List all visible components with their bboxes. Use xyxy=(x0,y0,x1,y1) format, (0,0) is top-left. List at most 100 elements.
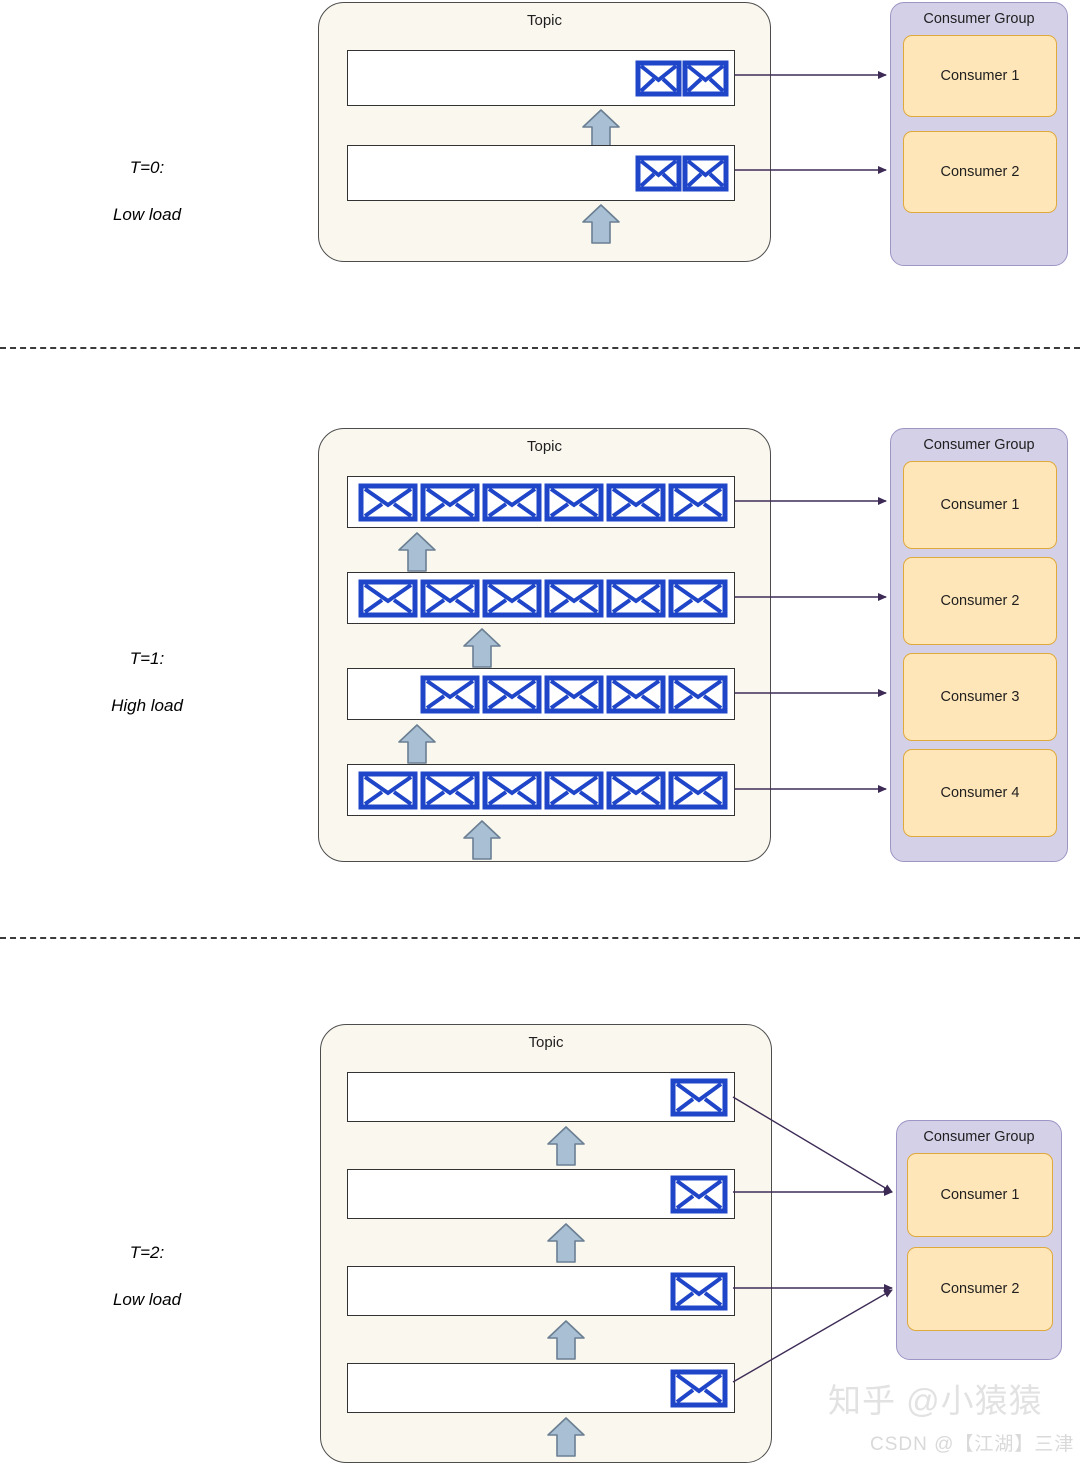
partition-row[interactable] xyxy=(347,50,735,106)
time-label-t2-line1: T=2: xyxy=(129,1243,165,1263)
partition-row[interactable] xyxy=(347,1266,735,1316)
consumer-group-title-t2: Consumer Group xyxy=(923,1129,1035,1145)
consumer-label: Consumer 3 xyxy=(940,689,1020,705)
consumer-box[interactable]: Consumer 4 xyxy=(903,749,1057,837)
topic-title-t0: Topic xyxy=(526,12,563,29)
partition-messages xyxy=(635,153,729,194)
topic-title-t1: Topic xyxy=(526,438,563,455)
envelope-icon xyxy=(635,155,682,191)
envelope-icon xyxy=(670,1175,728,1213)
envelope-icon xyxy=(358,483,418,521)
envelope-icon xyxy=(482,771,542,809)
consumer-label: Consumer 2 xyxy=(940,164,1020,180)
envelope-icon xyxy=(544,771,604,809)
partition-messages xyxy=(669,1076,729,1119)
consumer-label: Consumer 2 xyxy=(940,1281,1020,1297)
consumer-label: Consumer 2 xyxy=(940,593,1020,609)
envelope-icon xyxy=(544,675,604,713)
partition-row[interactable] xyxy=(347,668,735,720)
time-label-t2: T=2: Low load xyxy=(47,1218,247,1335)
envelope-icon xyxy=(668,675,728,713)
partition-row[interactable] xyxy=(347,1363,735,1413)
producer-up-arrow-icon xyxy=(547,1417,585,1457)
envelope-icon xyxy=(670,1078,728,1116)
partition-messages xyxy=(669,1173,729,1216)
diagram-canvas: T=0: Low load Topic Consumer Group Consu… xyxy=(0,0,1080,1463)
time-label-t1-line1: T=1: xyxy=(129,649,165,669)
envelope-icon xyxy=(635,60,682,96)
producer-up-arrow-icon xyxy=(547,1320,585,1360)
producer-up-arrow-icon xyxy=(547,1223,585,1263)
envelope-icon xyxy=(544,483,604,521)
producer-up-arrow-icon xyxy=(463,628,501,668)
partition-row[interactable] xyxy=(347,1072,735,1122)
producer-up-arrow-icon xyxy=(547,1126,585,1166)
time-label-t0-line1: T=0: xyxy=(129,158,165,178)
section-separator xyxy=(0,347,1080,349)
consumer-group-title-t0: Consumer Group xyxy=(923,11,1035,27)
envelope-icon xyxy=(668,579,728,617)
partition-row[interactable] xyxy=(347,572,735,624)
envelope-icon xyxy=(606,579,666,617)
consumer-box[interactable]: Consumer 2 xyxy=(903,131,1057,213)
consumer-label: Consumer 1 xyxy=(940,68,1020,84)
envelope-icon xyxy=(544,579,604,617)
envelope-icon xyxy=(420,771,480,809)
partition-messages xyxy=(669,1270,729,1313)
topic-box-t0: Topic xyxy=(318,2,771,262)
producer-up-arrow-icon xyxy=(582,204,620,244)
envelope-icon xyxy=(682,155,729,191)
time-label-t2-line2: Low load xyxy=(112,1290,182,1310)
consumer-label: Consumer 4 xyxy=(940,785,1020,801)
envelope-icon xyxy=(358,579,418,617)
consumer-group-t0: Consumer Group Consumer 1 Consumer 2 xyxy=(890,2,1068,266)
time-label-t1-line2: High load xyxy=(111,696,183,716)
partition-row[interactable] xyxy=(347,764,735,816)
producer-up-arrow-icon xyxy=(463,820,501,860)
consumer-label: Consumer 1 xyxy=(940,1187,1020,1203)
envelope-icon xyxy=(482,675,542,713)
topic-box-t2: Topic xyxy=(320,1024,772,1463)
consumer-group-t1: Consumer Group Consumer 1 Consumer 2 Con… xyxy=(890,428,1068,862)
consumer-box[interactable]: Consumer 1 xyxy=(903,35,1057,117)
consumer-box[interactable]: Consumer 3 xyxy=(903,653,1057,741)
envelope-icon xyxy=(606,675,666,713)
consumer-box[interactable]: Consumer 1 xyxy=(903,461,1057,549)
partition-messages xyxy=(357,481,729,524)
consumer-label: Consumer 1 xyxy=(940,497,1020,513)
producer-up-arrow-icon xyxy=(398,724,436,764)
envelope-icon xyxy=(670,1272,728,1310)
partition-row[interactable] xyxy=(347,476,735,528)
envelope-icon xyxy=(606,771,666,809)
envelope-icon xyxy=(420,675,480,713)
envelope-icon xyxy=(668,771,728,809)
time-label-t1: T=1: High load xyxy=(47,624,247,741)
producer-up-arrow-icon xyxy=(582,109,620,149)
time-label-t0: T=0: Low load xyxy=(47,133,247,250)
partition-row[interactable] xyxy=(347,1169,735,1219)
consumer-box[interactable]: Consumer 2 xyxy=(903,557,1057,645)
producer-up-arrow-icon xyxy=(398,532,436,572)
envelope-icon xyxy=(420,483,480,521)
partition-messages xyxy=(419,673,729,716)
envelope-icon xyxy=(482,579,542,617)
consumer-box[interactable]: Consumer 1 xyxy=(907,1153,1053,1237)
consumer-box[interactable]: Consumer 2 xyxy=(907,1247,1053,1331)
partition-messages xyxy=(357,577,729,620)
topic-title-t2: Topic xyxy=(528,1034,564,1051)
consumer-group-title-t1: Consumer Group xyxy=(923,437,1035,453)
envelope-icon xyxy=(670,1369,728,1407)
envelope-icon xyxy=(420,579,480,617)
partition-messages xyxy=(669,1367,729,1410)
partition-row[interactable] xyxy=(347,145,735,201)
envelope-icon xyxy=(606,483,666,521)
envelope-icon xyxy=(668,483,728,521)
consumer-group-t2: Consumer Group Consumer 1 Consumer 2 xyxy=(896,1120,1062,1360)
section-separator xyxy=(0,937,1080,939)
envelope-icon xyxy=(482,483,542,521)
partition-messages xyxy=(635,58,729,99)
envelope-icon xyxy=(682,60,729,96)
topic-box-t1: Topic xyxy=(318,428,771,862)
time-label-t0-line2: Low load xyxy=(112,205,182,225)
envelope-icon xyxy=(358,771,418,809)
